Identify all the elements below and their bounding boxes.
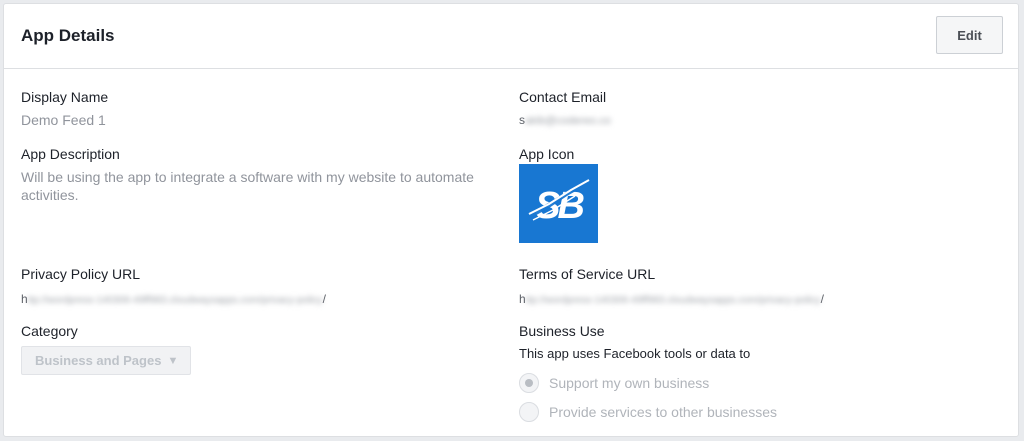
email-redacted: akib@codereo.co [525,115,611,127]
card-title: App Details [21,26,115,45]
radio-option-own-business[interactable]: Support my own business [519,373,777,393]
display-name-field: Display Name Demo Feed 1 [21,88,108,129]
privacy-url-suffix: / [322,292,326,306]
app-details-card: App Details Edit Display Name Demo Feed … [3,3,1019,437]
terms-url-redacted: ttp://wordpress-140306-49ff983.cloudways… [525,295,821,306]
app-description-field: App Description Will be using the app to… [21,145,491,204]
card-header: App Details Edit [4,4,1018,69]
caret-down-icon: ▼ [167,354,179,367]
privacy-url-redacted: ttp://wordpress-140306-49ff983.cloudways… [27,295,323,306]
privacy-policy-field: Privacy Policy URL http://wordpress-1403… [21,265,326,310]
radio-button-unselected[interactable] [519,402,539,422]
category-selected-value: Business and Pages [35,353,162,368]
privacy-url-prefix: h [21,292,28,306]
sb-logo-icon: SB [525,178,591,227]
privacy-policy-label: Privacy Policy URL [21,266,141,282]
category-label: Category [21,323,78,339]
display-name-value: Demo Feed 1 [21,112,106,128]
contact-email-field: Contact Email sakib@codereo.co [519,88,611,130]
radio-option-other-businesses[interactable]: Provide services to other businesses [519,402,777,422]
contact-email-label: Contact Email [519,89,607,105]
terms-url-suffix: / [820,292,824,306]
app-description-label: App Description [21,146,120,162]
business-use-description: This app uses Facebook tools or data to [519,346,751,361]
contact-email-value: sakib@codereo.co [519,111,611,130]
app-icon-image: SB [519,164,598,243]
app-icon-label: App Icon [519,146,575,162]
terms-of-service-url: http://wordpress-140306-49ff983.cloudway… [519,290,824,310]
edit-button[interactable]: Edit [936,16,1003,54]
app-icon-field: App Icon [519,145,574,163]
terms-url-prefix: h [519,292,526,306]
radio-button-selected[interactable] [519,373,539,393]
radio-label-other-businesses: Provide services to other businesses [549,404,777,420]
terms-of-service-label: Terms of Service URL [519,266,656,282]
privacy-policy-url: http://wordpress-140306-49ff983.cloudway… [21,290,326,310]
terms-of-service-field: Terms of Service URL http://wordpress-14… [519,265,824,310]
category-select[interactable]: Business and Pages ▼ [21,346,191,375]
business-use-field: Business Use This app uses Facebook tool… [519,322,777,422]
business-use-label: Business Use [519,323,605,339]
display-name-label: Display Name [21,89,109,105]
category-field: Category Business and Pages ▼ [21,322,191,375]
app-description-value: Will be using the app to integrate a sof… [21,169,474,203]
radio-label-own-business: Support my own business [549,375,710,391]
